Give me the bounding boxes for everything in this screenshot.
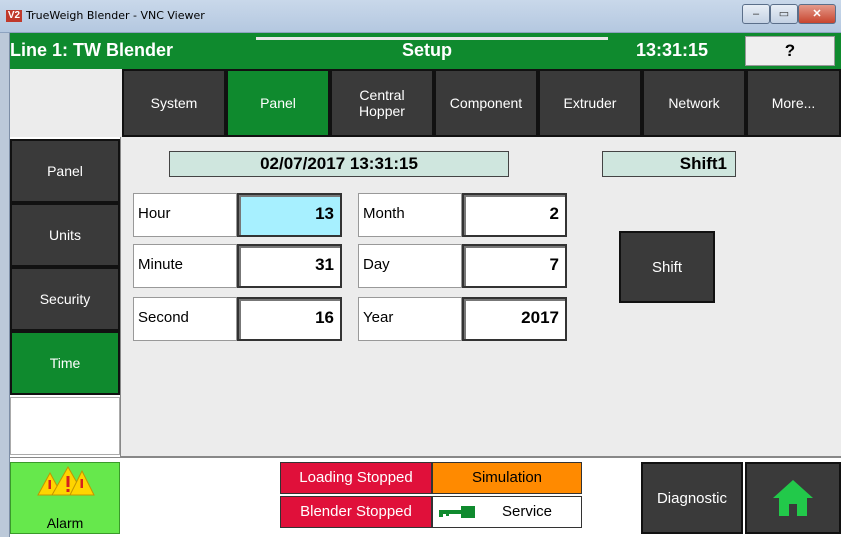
loading-status: Loading Stopped (280, 462, 432, 494)
second-field[interactable]: 16 (237, 297, 342, 341)
close-button[interactable]: ✕ (798, 4, 836, 24)
service-label: Service (501, 503, 553, 520)
help-button[interactable]: ? (745, 36, 835, 66)
window-titlebar: V2 TrueWeigh Blender - VNC Viewer – ▭ ✕ (0, 0, 841, 33)
sidebar-empty-slot (10, 397, 120, 455)
app-screen: Line 1: TW Blender Setup 13:31:15 ? Syst… (10, 33, 841, 537)
header-clock: 13:31:15 (636, 40, 709, 60)
window-title: TrueWeigh Blender - VNC Viewer (26, 9, 205, 22)
status-footer: Alarm Loading Stopped Blender Stopped Si… (10, 457, 841, 537)
year-label: Year (358, 297, 462, 341)
year-field[interactable]: 2017 (462, 297, 567, 341)
minute-field[interactable]: 31 (237, 244, 342, 288)
window-frame-left (0, 33, 10, 537)
alarm-label: Alarm (46, 515, 84, 531)
vnc-logo-icon: V2 (6, 10, 22, 22)
tab-extruder[interactable]: Extruder (538, 69, 642, 137)
key-icon (439, 506, 475, 518)
day-label: Day (358, 244, 462, 288)
tab-central-hopper[interactable]: Central Hopper (330, 69, 434, 137)
shift-button[interactable]: Shift (619, 231, 715, 303)
service-status: Service (432, 496, 582, 528)
sidebar-item-security[interactable]: Security (10, 267, 120, 331)
minimize-button[interactable]: – (742, 4, 770, 24)
tab-more[interactable]: More... (746, 69, 841, 137)
diagnostic-button[interactable]: Diagnostic (641, 462, 743, 534)
tab-panel[interactable]: Panel (226, 69, 330, 137)
tab-component[interactable]: Component (434, 69, 538, 137)
tab-system[interactable]: System (122, 69, 226, 137)
home-button[interactable] (745, 462, 841, 534)
sidebar-item-panel[interactable]: Panel (10, 139, 120, 203)
second-label: Second (133, 297, 237, 341)
shift-display: Shift1 (602, 151, 736, 177)
current-datetime-display: 02/07/2017 13:31:15 (169, 151, 509, 177)
hour-label: Hour (133, 193, 237, 237)
time-setup-panel: 02/07/2017 13:31:15 Shift1 Hour 13 Minut… (120, 137, 841, 457)
tab-bar: System Panel Central Hopper Component Ex… (10, 69, 841, 137)
sidebar-item-units[interactable]: Units (10, 203, 120, 267)
minute-label: Minute (133, 244, 237, 288)
warning-icon (37, 465, 95, 496)
line-title: Line 1: TW Blender (10, 40, 174, 60)
month-field[interactable]: 2 (462, 193, 567, 237)
maximize-button[interactable]: ▭ (770, 4, 798, 24)
sidebar-item-time[interactable]: Time (10, 331, 120, 395)
home-icon (773, 480, 813, 516)
month-label: Month (358, 193, 462, 237)
header-bar: Line 1: TW Blender Setup 13:31:15 ? (10, 33, 841, 69)
day-field[interactable]: 7 (462, 244, 567, 288)
tab-network[interactable]: Network (642, 69, 746, 137)
screen-title: Setup (402, 40, 453, 60)
blender-status: Blender Stopped (280, 496, 432, 528)
simulation-status: Simulation (432, 462, 582, 494)
alarm-button[interactable]: Alarm (10, 462, 120, 534)
hour-field[interactable]: 13 (237, 193, 342, 237)
